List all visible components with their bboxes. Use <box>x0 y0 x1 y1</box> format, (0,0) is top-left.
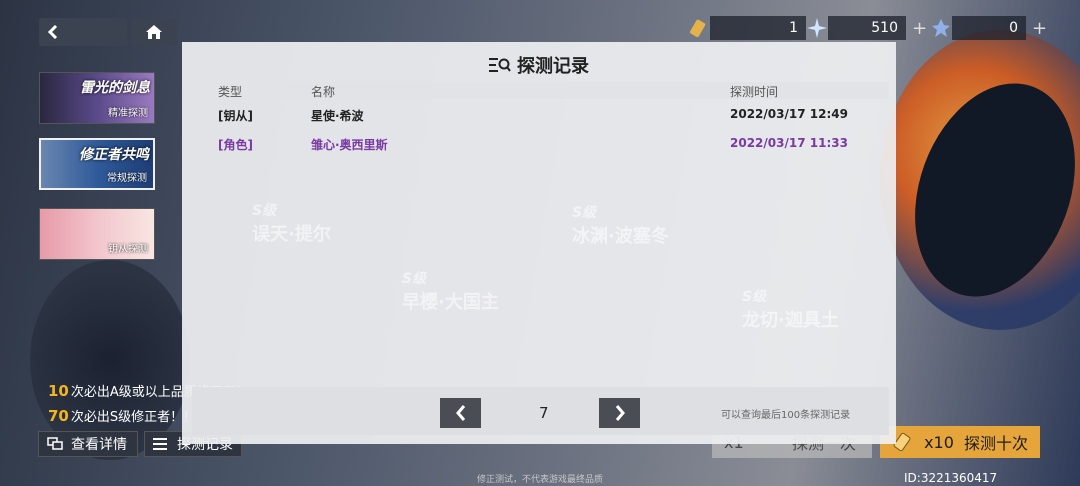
character-name-label: 早樱·大国主 <box>402 292 499 313</box>
record-name: 雏心·奥西里斯 <box>311 138 388 152</box>
character-name-label: 龙切·迦具土 <box>742 310 839 331</box>
records-limit-note: 可以查询最后100条探测记录 <box>721 410 851 421</box>
table-row: [角色] 雏心·奥西里斯 2022/03/17 11:33 <box>192 134 889 154</box>
record-time: 2022/03/17 12:49 <box>730 107 848 121</box>
record-name: 星使·希波 <box>311 109 364 123</box>
character-name-label: 冰渊·波塞冬 <box>572 226 669 247</box>
page-number: 7 <box>539 404 549 422</box>
record-type: [角色] <box>218 138 253 152</box>
previous-page-button[interactable] <box>440 398 481 428</box>
modal-header: 探测记录 <box>182 52 896 78</box>
background-character-label: S级 早樱·大国主 <box>402 268 499 314</box>
record-time: 2022/03/17 11:33 <box>730 136 848 150</box>
column-name: 名称 <box>311 85 336 99</box>
chevron-left-icon <box>455 405 465 421</box>
column-type: 类型 <box>218 85 243 99</box>
grade-label: S级 <box>402 271 427 287</box>
table-header: 类型 名称 探测时间 <box>192 82 889 99</box>
pagination-bar: 7 可以查询最后100条探测记录 <box>192 387 889 435</box>
next-page-button[interactable] <box>599 398 640 428</box>
records-modal: 探测记录 S级 误天·提尔 S级 冰渊·波塞冬 S级 早樱·大国主 S级 龙切·… <box>182 42 896 444</box>
grade-label: S级 <box>572 205 597 221</box>
modal-title: 探测记录 <box>517 56 589 77</box>
grade-label: S级 <box>252 203 277 219</box>
chevron-right-icon <box>615 405 625 421</box>
column-time: 探测时间 <box>730 85 779 99</box>
background-character-label: S级 误天·提尔 <box>252 200 331 246</box>
background-character-label: S级 龙切·迦具土 <box>742 286 839 332</box>
table-row: [钥从] 星使·希波 2022/03/17 12:49 <box>192 105 889 125</box>
grade-label: S级 <box>742 289 767 305</box>
search-list-icon <box>489 58 511 72</box>
character-name-label: 误天·提尔 <box>252 224 331 245</box>
background-character-label: S级 冰渊·波塞冬 <box>572 202 669 248</box>
record-type: [钥从] <box>218 109 253 123</box>
